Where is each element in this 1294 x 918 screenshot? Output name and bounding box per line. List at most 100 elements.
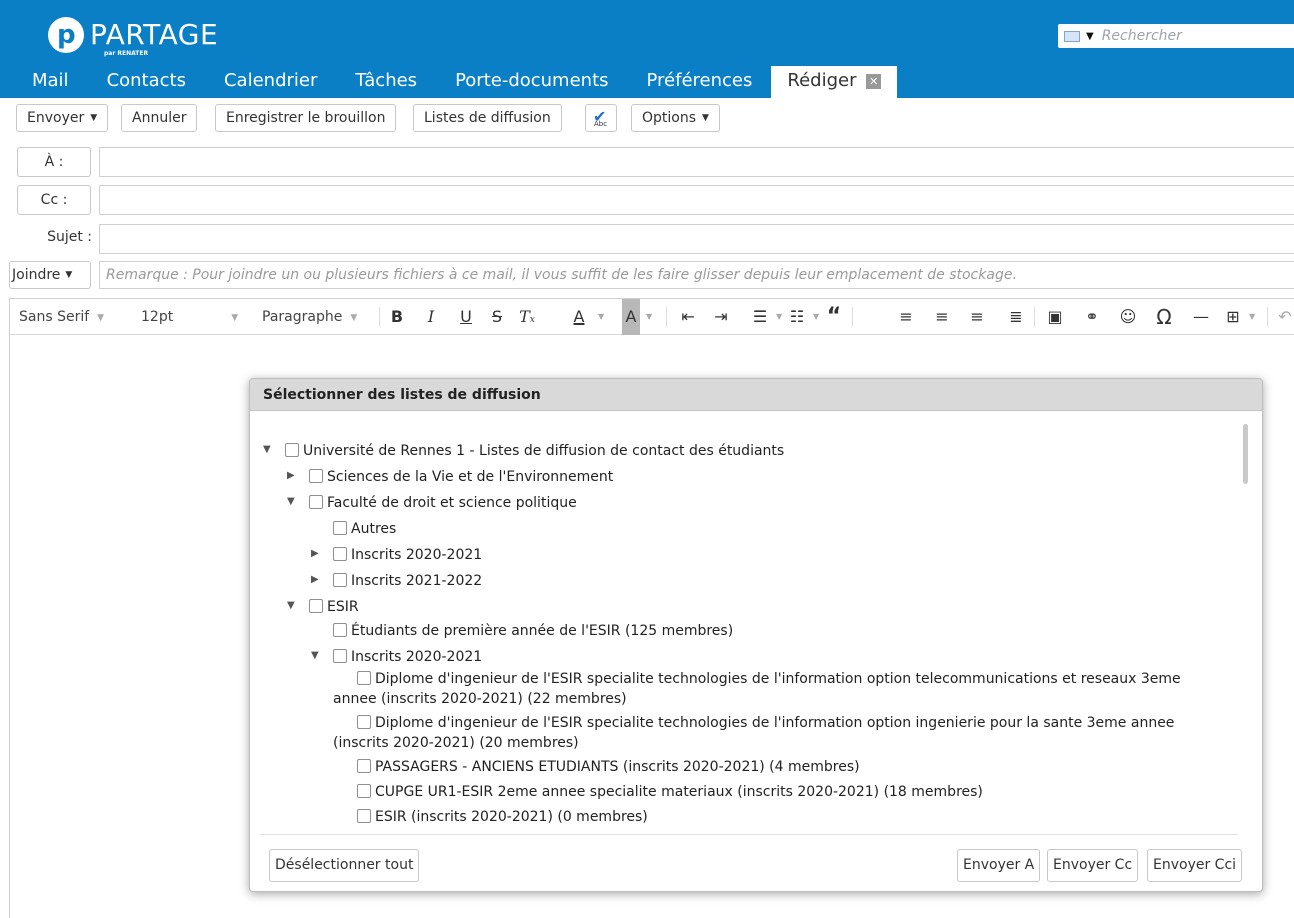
tree-item[interactable]: Diplome d'ingenieur de l'ESIR specialite… <box>333 669 1233 709</box>
underline-icon[interactable]: U <box>457 299 475 335</box>
close-tab-icon[interactable]: ✕ <box>866 74 882 89</box>
subject-field[interactable] <box>99 224 1294 254</box>
options-button[interactable]: Options ▼ <box>631 104 720 132</box>
highlight-color-icon[interactable]: A <box>622 299 640 335</box>
checkbox[interactable] <box>357 715 371 729</box>
outdent-icon[interactable]: ⇤ <box>679 299 697 335</box>
chevron-down-icon[interactable]: ▼ <box>1086 31 1094 42</box>
special-character-icon[interactable]: Ω <box>1155 299 1173 335</box>
expand-arrow-icon[interactable]: ▼ <box>287 496 295 507</box>
send-cc-button[interactable]: Envoyer Cc <box>1047 849 1139 882</box>
checkbox[interactable] <box>333 573 347 587</box>
send-button[interactable]: Envoyer ▼ <box>16 104 109 132</box>
checkbox[interactable] <box>309 599 323 613</box>
tree-item[interactable]: Faculté de droit et science politique <box>309 493 577 513</box>
mail-envelope-icon[interactable] <box>1064 30 1080 42</box>
align-center-icon[interactable]: ≡ <box>933 299 951 335</box>
tree-item[interactable]: Diplome d'ingenieur de l'ESIR specialite… <box>333 713 1233 753</box>
table-icon[interactable]: ⊞ <box>1224 299 1242 335</box>
tree-item[interactable]: Inscrits 2021-2022 <box>333 571 482 591</box>
expand-arrow-icon[interactable]: ▼ <box>311 650 319 661</box>
send-to-button[interactable]: Envoyer A <box>957 849 1041 882</box>
cc-field[interactable] <box>99 185 1294 215</box>
chevron-down-icon: ▼ <box>97 313 105 323</box>
checkbox[interactable] <box>333 623 347 637</box>
tab-taches[interactable]: Tâches <box>336 66 436 98</box>
font-size-select[interactable]: 12pt ▼ <box>141 299 238 335</box>
tree-item[interactable]: ESIR <box>309 597 359 617</box>
horizontal-rule-icon[interactable]: — <box>1192 299 1210 335</box>
partage-logo-icon: p <box>48 17 84 53</box>
checkbox[interactable] <box>333 521 347 535</box>
spellcheck-button[interactable]: ✔ Abc <box>585 104 617 132</box>
chevron-down-icon[interactable]: ▼ <box>1249 299 1255 335</box>
align-right-icon[interactable]: ≡ <box>968 299 986 335</box>
chevron-down-icon[interactable]: ▼ <box>598 299 604 335</box>
tree-item[interactable]: Inscrits 2020-2021 <box>333 647 482 667</box>
checkbox[interactable] <box>333 547 347 561</box>
blockquote-icon[interactable]: “ <box>825 299 843 335</box>
checkbox[interactable] <box>357 759 371 773</box>
tree-item[interactable]: Autres <box>333 519 396 539</box>
tree-item[interactable]: PASSAGERS - ANCIENS ETUDIANTS (inscrits … <box>357 757 860 777</box>
align-left-icon[interactable]: ≡ <box>897 299 915 335</box>
collapse-arrow-icon[interactable]: ▶ <box>311 548 319 559</box>
tab-rediger[interactable]: Rédiger ✕ <box>771 66 898 98</box>
search-box[interactable]: ▼ Rechercher <box>1058 24 1294 48</box>
collapse-arrow-icon[interactable]: ▶ <box>311 574 319 585</box>
font-family-select[interactable]: Sans Serif ▼ <box>19 299 104 335</box>
to-field[interactable] <box>99 147 1294 177</box>
tab-mail[interactable]: Mail <box>0 66 88 98</box>
tree-item[interactable]: Inscrits 2020-2021 <box>333 545 482 565</box>
tree-item[interactable]: CUPGE UR1-ESIR 2eme annee specialite mat… <box>357 782 983 802</box>
tree-item[interactable]: ESIR (inscrits 2020-2021) (0 membres) <box>357 807 648 827</box>
collapse-arrow-icon[interactable]: ▶ <box>287 470 295 481</box>
subject-label: Sujet : <box>47 229 92 245</box>
undo-icon[interactable]: ↶ <box>1276 299 1294 335</box>
italic-icon[interactable]: I <box>422 299 440 335</box>
mailing-lists-button[interactable]: Listes de diffusion <box>413 104 562 132</box>
checkbox[interactable] <box>357 671 371 685</box>
expand-arrow-icon[interactable]: ▼ <box>263 444 271 455</box>
search-input[interactable]: Rechercher <box>1102 28 1182 44</box>
tree-item[interactable]: Université de Rennes 1 - Listes de diffu… <box>285 441 784 461</box>
send-bcc-button[interactable]: Envoyer Cci <box>1147 849 1243 882</box>
checkbox[interactable] <box>285 443 299 457</box>
tab-contacts[interactable]: Contacts <box>88 66 205 98</box>
checkbox[interactable] <box>333 649 347 663</box>
cc-button[interactable]: Cc : <box>17 185 91 215</box>
bold-icon[interactable]: B <box>388 299 406 335</box>
indent-icon[interactable]: ⇥ <box>712 299 730 335</box>
checkbox[interactable] <box>309 469 323 483</box>
insert-link-icon[interactable]: ⚭ <box>1083 299 1101 335</box>
to-button[interactable]: À : <box>17 147 91 177</box>
tree-item[interactable]: Sciences de la Vie et de l'Environnement <box>309 467 613 487</box>
insert-image-icon[interactable]: ▣ <box>1046 299 1064 335</box>
bullet-list-icon[interactable]: ☰ <box>751 299 769 335</box>
checkbox[interactable] <box>357 784 371 798</box>
checkbox[interactable] <box>357 809 371 823</box>
clear-formatting-icon[interactable]: Tx <box>518 299 536 335</box>
tree-item[interactable]: Étudiants de première année de l'ESIR (1… <box>333 621 733 641</box>
tab-preferences[interactable]: Préférences <box>628 66 772 98</box>
deselect-all-button[interactable]: Désélectionner tout <box>269 849 420 882</box>
chevron-down-icon[interactable]: ▼ <box>646 299 652 335</box>
tab-porte-documents[interactable]: Porte-documents <box>436 66 627 98</box>
numbered-list-icon[interactable]: ☷ <box>788 299 806 335</box>
block-format-select[interactable]: Paragraphe ▼ <box>262 299 357 335</box>
save-draft-button[interactable]: Enregistrer le brouillon <box>215 104 397 132</box>
cancel-button[interactable]: Annuler <box>121 104 198 132</box>
checkbox[interactable] <box>309 495 323 509</box>
strikethrough-icon[interactable]: S <box>488 299 506 335</box>
emoji-icon[interactable]: ☺ <box>1119 299 1137 335</box>
text-color-icon[interactable]: A <box>570 299 588 335</box>
tree-item-label: Université de Rennes 1 - Listes de diffu… <box>303 443 785 459</box>
partage-logo[interactable]: p PARTAGE par RENATER <box>48 17 218 57</box>
chevron-down-icon[interactable]: ▼ <box>813 299 819 335</box>
expand-arrow-icon[interactable]: ▼ <box>287 600 295 611</box>
tab-calendrier[interactable]: Calendrier <box>205 66 336 98</box>
dialog-scrollbar[interactable] <box>1243 424 1248 484</box>
attach-button[interactable]: Joindre ▼ <box>9 261 91 289</box>
align-justify-icon[interactable]: ≣ <box>1007 299 1025 335</box>
chevron-down-icon[interactable]: ▼ <box>776 299 782 335</box>
